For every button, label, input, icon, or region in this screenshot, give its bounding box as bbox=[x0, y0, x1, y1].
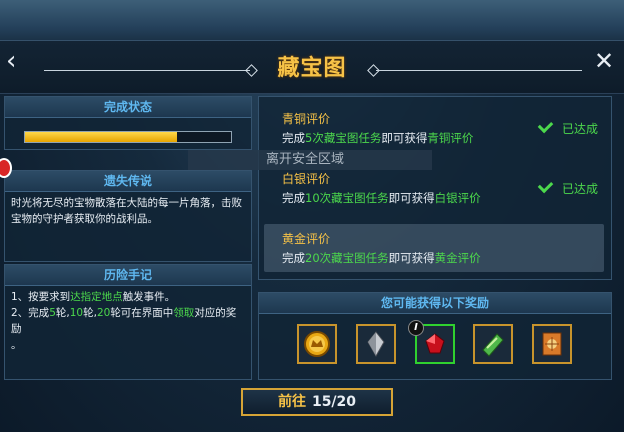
desc-reward: 黄金评价 bbox=[434, 251, 481, 265]
status-heading: 完成状态 bbox=[5, 97, 251, 118]
note-line-2: 2、完成5轮,10轮,20轮可在界面中领取对应的奖励 bbox=[11, 305, 245, 337]
rating-label: 白银评价 bbox=[282, 172, 331, 186]
rating-card-silver: 白银评价 完成10次藏宝图任务即可获得白银评价 已达成 bbox=[264, 164, 604, 212]
desc-pre: 完成 bbox=[282, 131, 305, 145]
go-button[interactable]: 前往 15/20 bbox=[241, 388, 393, 416]
note2-p2: 轮可在界面中 bbox=[110, 307, 174, 319]
go-button-label: 前往 bbox=[277, 394, 306, 410]
rewards-heading: 您可能获得以下奖励 bbox=[259, 293, 611, 314]
desc-count: 5次藏宝图任务 bbox=[305, 131, 382, 145]
legend-heading: 遗失传说 bbox=[5, 171, 251, 192]
page-title: 藏宝图 bbox=[277, 56, 347, 81]
rating-label: 青铜评价 bbox=[282, 112, 331, 126]
task-count: 15/20 bbox=[311, 394, 357, 410]
notes-heading: 历险手记 bbox=[5, 265, 251, 286]
rating-desc: 完成20次藏宝图任务即可获得黄金评价 bbox=[282, 250, 481, 266]
legend-panel: 遗失传说 时光将无尽的宝物散落在大陆的每一片角落，击败宝物的守护者获取你的战利品… bbox=[4, 170, 252, 262]
reward-slot-silver-crystal[interactable] bbox=[356, 324, 396, 364]
note-line-1: 1、按要求到达指定地点触发事件。 bbox=[11, 289, 245, 305]
note2-s1: 轮, bbox=[55, 307, 70, 319]
rating-desc: 完成10次藏宝图任务即可获得白银评价 bbox=[282, 190, 481, 206]
check-icon bbox=[537, 117, 554, 134]
rating-label: 黄金评价 bbox=[282, 232, 331, 246]
gold-coin-icon bbox=[304, 331, 330, 357]
silver-crystal-icon bbox=[367, 331, 385, 358]
note1-prefix: 1、按要求到 bbox=[11, 291, 71, 303]
note1-suffix: 触发事件。 bbox=[122, 291, 176, 303]
legend-text: 时光将无尽的宝物散落在大陆的每一片角落，击败宝物的守护者获取你的战利品。 bbox=[11, 197, 242, 225]
desc-count: 20次藏宝图任务 bbox=[305, 251, 389, 265]
title-divider-left bbox=[44, 70, 250, 71]
desc-pre: 完成 bbox=[282, 251, 305, 265]
info-icon[interactable]: I bbox=[408, 320, 424, 336]
desc-mid: 即可获得 bbox=[381, 131, 428, 145]
notes-panel: 历险手记 1、按要求到达指定地点触发事件。 2、完成5轮,10轮,20轮可在界面… bbox=[4, 264, 252, 380]
achieved-text: 已达成 bbox=[561, 122, 598, 136]
green-scroll-icon bbox=[482, 333, 504, 357]
notes-text: 1、按要求到达指定地点触发事件。 2、完成5轮,10轮,20轮可在界面中领取对应… bbox=[5, 286, 251, 356]
note2-tail: 。 bbox=[11, 339, 22, 351]
reward-slot-treasure-card[interactable] bbox=[532, 324, 572, 364]
note2-n3: 20 bbox=[96, 307, 111, 319]
desc-mid: 即可获得 bbox=[388, 191, 435, 205]
treasure-card-icon bbox=[542, 332, 562, 356]
safe-zone-toast: 离开安全区域 bbox=[188, 150, 432, 170]
rating-card-gold: 黄金评价 完成20次藏宝图任务即可获得黄金评价 bbox=[264, 224, 604, 272]
note2-n1: 5 bbox=[49, 307, 56, 319]
note2-n2: 10 bbox=[69, 307, 84, 319]
note2-link: 领取 bbox=[173, 307, 195, 319]
close-icon[interactable]: ✕ bbox=[592, 48, 616, 74]
check-icon bbox=[537, 177, 554, 194]
desc-reward: 白银评价 bbox=[434, 191, 481, 205]
rating-card-bronze: 青铜评价 完成5次藏宝图任务即可获得青铜评价 已达成 bbox=[264, 104, 604, 152]
desc-pre: 完成 bbox=[282, 191, 305, 205]
note2-s2: 轮, bbox=[83, 307, 97, 319]
note1-link: 达指定地点 bbox=[70, 291, 123, 303]
reward-slot-gold-coin[interactable] bbox=[297, 324, 337, 364]
achieved-status: 已达成 bbox=[537, 117, 598, 137]
red-gem-icon bbox=[425, 333, 445, 354]
note2-p1: 2、完成 bbox=[11, 307, 50, 319]
rating-desc: 完成5次藏宝图任务即可获得青铜评价 bbox=[282, 130, 473, 146]
title-divider-right bbox=[376, 70, 582, 71]
achieved-status: 已达成 bbox=[537, 177, 598, 197]
progress-fill bbox=[25, 132, 178, 142]
reward-slot-green-scroll[interactable] bbox=[473, 324, 513, 364]
background-scene bbox=[0, 0, 624, 40]
completion-progress-bar bbox=[24, 131, 232, 143]
desc-count: 10次藏宝图任务 bbox=[305, 191, 389, 205]
desc-reward: 青铜评价 bbox=[427, 131, 474, 145]
achieved-text: 已达成 bbox=[561, 182, 598, 196]
desc-mid: 即可获得 bbox=[388, 251, 435, 265]
